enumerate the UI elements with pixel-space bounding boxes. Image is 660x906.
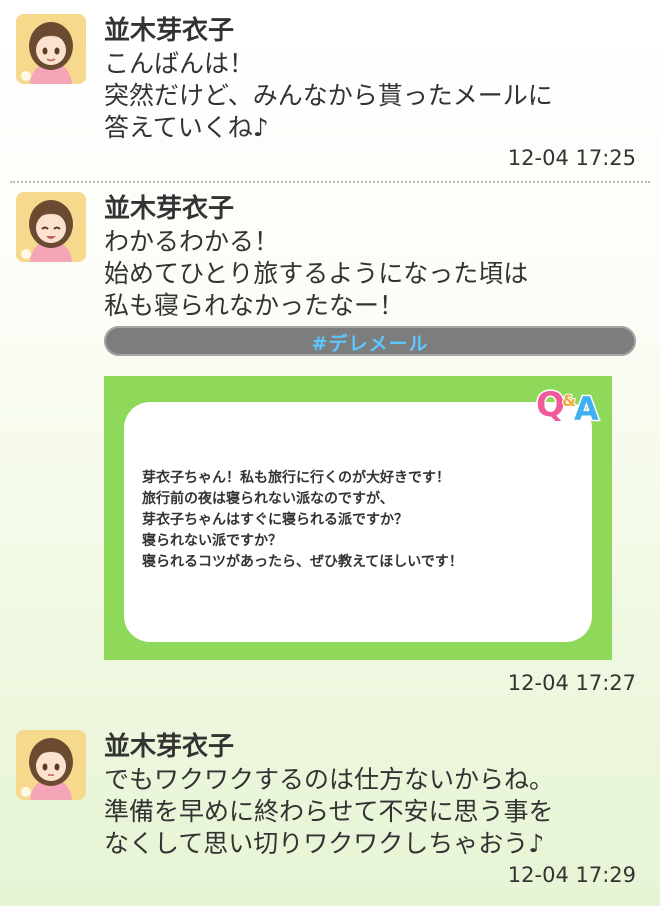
avatar[interactable] — [16, 192, 86, 262]
avatar[interactable] — [16, 730, 86, 800]
timestamp: 12-04 17:25 — [507, 146, 636, 170]
hashtag-bar[interactable]: #デレメール — [104, 326, 636, 356]
character-portrait-icon — [16, 192, 86, 262]
author-name: 並木芽衣子 — [104, 194, 235, 224]
character-portrait-icon — [16, 14, 86, 84]
svg-text:A: A — [574, 390, 599, 424]
author-name: 並木芽衣子 — [104, 732, 235, 762]
timestamp: 12-04 17:27 — [507, 671, 636, 695]
svg-text:Q: Q — [536, 385, 565, 424]
qa-question-text: 芽衣子ちゃん！私も旅行に行くのが大好きです！ 旅行前の夜は寝られない派なのですが… — [142, 470, 463, 570]
qa-mail-card[interactable]: Q & A 芽衣子ちゃん！私も旅行に行くのが大好きです！ 旅行前の夜は寝られない… — [104, 376, 612, 660]
message-text: こんばんは！ 突然だけど、みんなから貰ったメールに 答えていくね♪ — [104, 49, 553, 142]
qa-badge-icon: Q & A — [535, 384, 601, 425]
message-text: わかるわかる！ 始めてひとり旅するようになった頃は 私も寝られなかったなー！ — [104, 227, 529, 320]
hashtag-label: #デレメール — [311, 333, 429, 355]
timestamp: 12-04 17:29 — [507, 863, 636, 887]
author-name: 並木芽衣子 — [104, 16, 235, 46]
avatar[interactable] — [16, 14, 86, 84]
message-text: でもワクワクするのは仕方ないからね。 準備を早めに終わらせて不安に思う事を なく… — [104, 765, 555, 858]
post-divider — [10, 181, 650, 183]
character-portrait-icon — [16, 730, 86, 800]
